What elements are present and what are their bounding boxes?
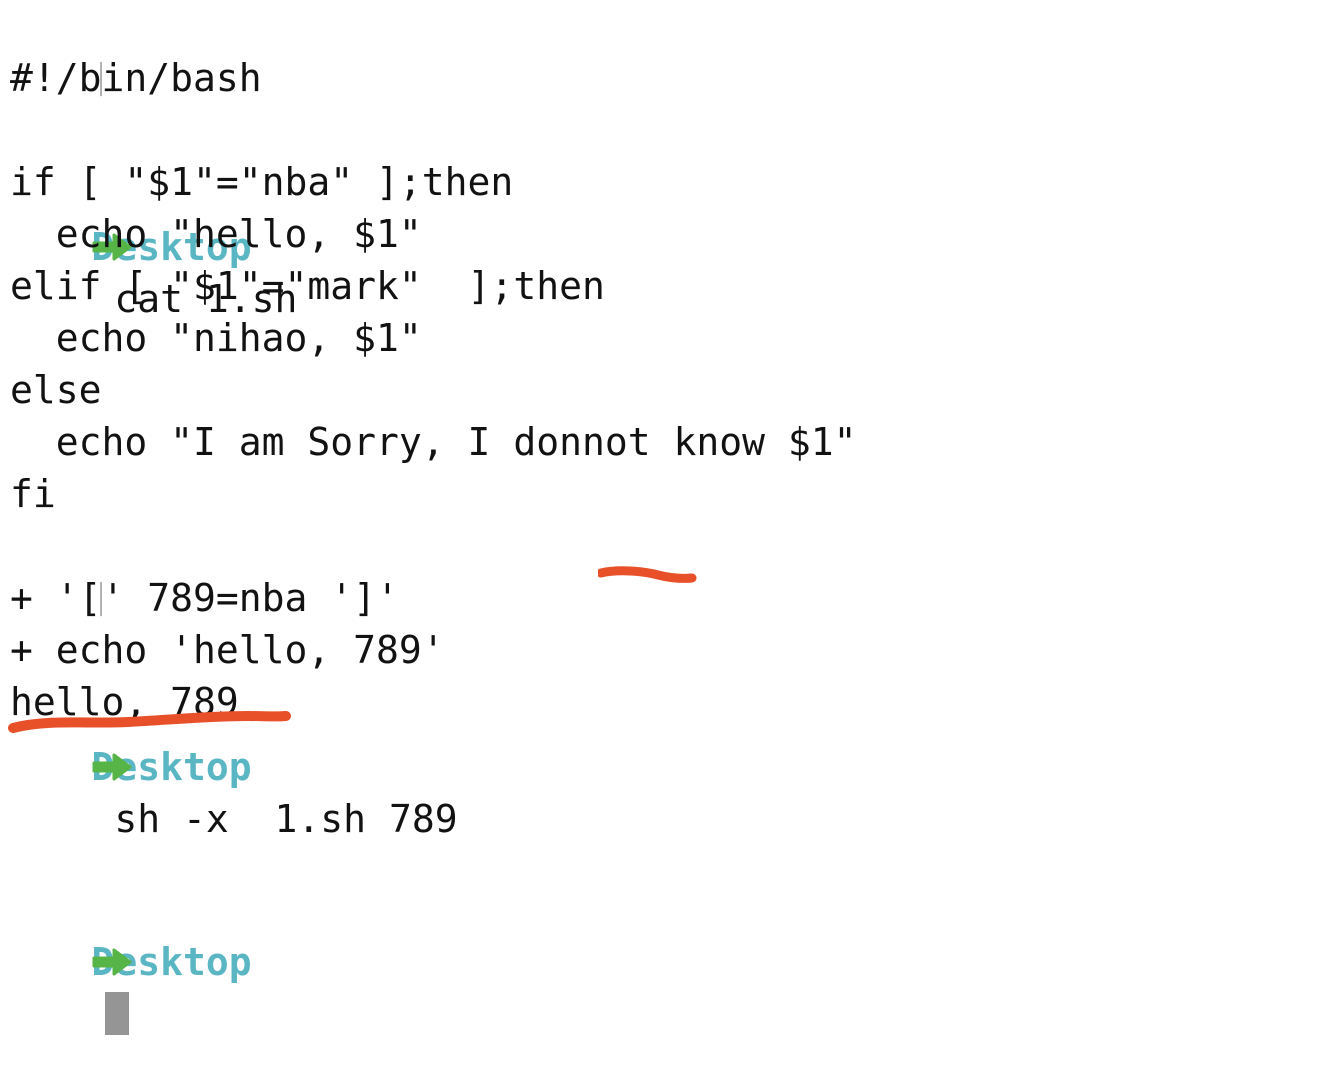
output-line: fi: [10, 472, 56, 516]
output-line: echo "nihao, $1": [10, 316, 422, 360]
output-line: echo "I am Sorry, I donnot know $1": [10, 420, 857, 464]
prompt-line-active[interactable]: Desktop: [0, 728, 1320, 1035]
right-arrow-icon: [92, 832, 138, 976]
command-text: sh -x 1.sh 789: [114, 797, 458, 841]
output-line: else: [10, 368, 102, 412]
output-line: echo "hello, $1": [10, 212, 422, 256]
trace-line: + echo 'hello, 789': [10, 628, 445, 672]
prompt-command: sh -x 1.sh 789: [92, 797, 458, 841]
output-line: hello, 789: [10, 680, 239, 724]
output-line: #!/bin/bash: [10, 56, 262, 100]
output-line: if [ "$1"="nba" ];then: [10, 160, 514, 204]
trace-line: + '[' 789=nba ']': [10, 576, 399, 620]
text-cursor[interactable]: [104, 992, 129, 1035]
prompt-line: [ Desktop sh -x 1.sh 789: [0, 520, 1320, 841]
prompt-line: [ Desktop cat 1.sh: [0, 0, 1320, 321]
terminal-window[interactable]: [ Desktop cat 1.sh #!/bin/bash if [ "$1"…: [0, 0, 1320, 1035]
output-line: elif [ "$1"="mark" ];then: [10, 264, 605, 308]
